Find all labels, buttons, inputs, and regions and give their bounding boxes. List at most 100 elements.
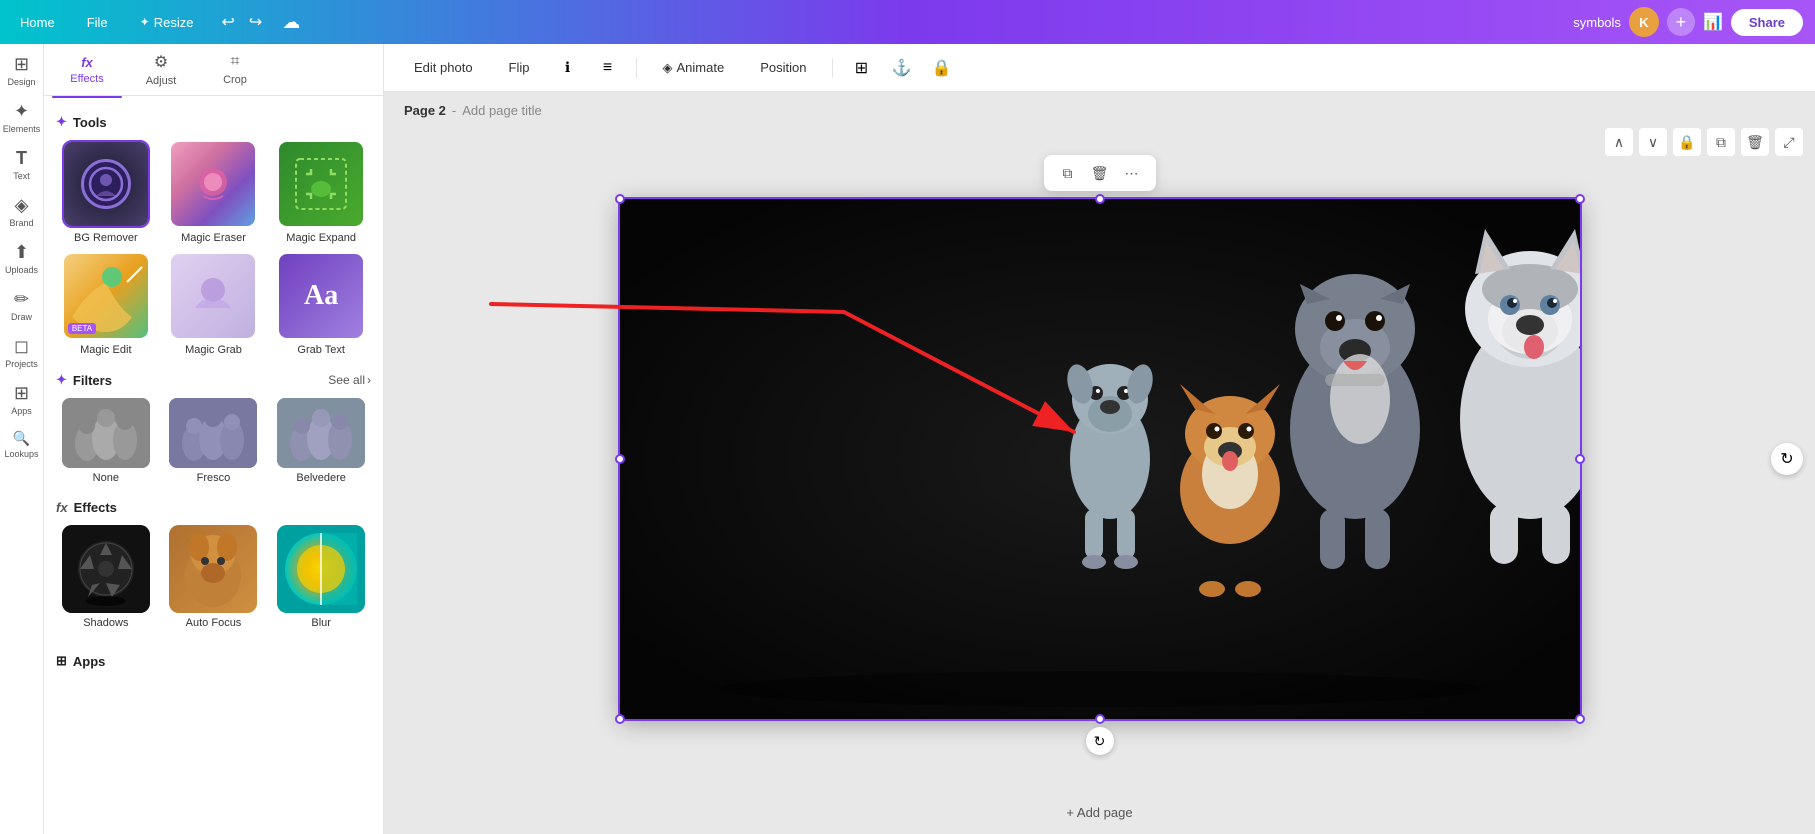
effects-title: fx Effects	[56, 500, 117, 515]
lock-btn[interactable]: 🔒	[925, 52, 957, 84]
handle-bot-left[interactable]	[615, 714, 625, 724]
design-icon: ⊞	[14, 54, 29, 75]
copy-element-button[interactable]: ⧉	[1054, 159, 1082, 187]
tab-effects[interactable]: fx Effects	[52, 49, 122, 91]
effect-autofocus[interactable]: Auto Focus	[164, 525, 264, 629]
resize-nav[interactable]: ✦ Resize	[132, 11, 202, 34]
sidebar-item-projects[interactable]: ◻ Projects	[2, 330, 42, 375]
sidebar-item-text[interactable]: T Text	[2, 142, 42, 187]
info-button[interactable]: ℹ	[552, 52, 584, 84]
text-icon: T	[16, 148, 27, 169]
tool-grab-text[interactable]: Aa Grab Text	[271, 252, 371, 356]
sidebar-item-uploads[interactable]: ⬆ Uploads	[2, 236, 42, 281]
sidebar-item-apps[interactable]: ⊞ Apps	[2, 377, 42, 422]
toolbar-divider-1	[636, 58, 637, 78]
share-button[interactable]: Share	[1731, 9, 1803, 36]
top-right-actions: symbols K + 📊 Share	[1573, 7, 1803, 37]
beta-badge: BETA	[68, 323, 96, 334]
filter-fresco[interactable]: Fresco	[164, 398, 264, 484]
add-collaborator-button[interactable]: +	[1667, 8, 1695, 36]
tab-adjust[interactable]: ⚙ Adjust	[126, 46, 196, 93]
tool-magic-expand[interactable]: Magic Expand	[271, 140, 371, 244]
tab-crop[interactable]: ⌗ Crop	[200, 47, 270, 92]
redo-button[interactable]: ↪	[245, 8, 266, 36]
effects-section-header: fx Effects	[56, 500, 371, 515]
apps-section[interactable]: ⊞ Apps	[56, 645, 371, 673]
tools-sparkle-icon: ✦	[56, 114, 67, 130]
handle-top-left[interactable]	[615, 194, 625, 204]
apps-icon: ⊞	[14, 383, 29, 404]
sidebar-item-design[interactable]: ⊞ Design	[2, 48, 42, 93]
tool-magic-grab[interactable]: Magic Grab	[164, 252, 264, 356]
symbols-text: symbols	[1573, 15, 1621, 30]
sidebar-item-lookups[interactable]: 🔍 Lookups	[2, 424, 42, 465]
more-options-button[interactable]: ⋯	[1118, 159, 1146, 187]
animate-button[interactable]: ◈ Animate	[649, 54, 739, 82]
home-nav[interactable]: Home	[12, 11, 63, 34]
sidebar-item-draw[interactable]: ✏ Draw	[2, 283, 42, 328]
tool-magic-edit-thumb: BETA	[62, 252, 150, 340]
sidebar-item-elements[interactable]: ✦ Elements	[2, 95, 42, 140]
rotate-handle[interactable]: ↻	[1086, 727, 1114, 755]
handle-bot-right[interactable]	[1575, 714, 1585, 724]
grid-icon-btn[interactable]: ⊞	[845, 52, 877, 84]
animate-icon: ◈	[663, 60, 673, 76]
topbar: Home File ✦ Resize ↩ ↪ ☁ symbols K + 📊 S…	[0, 0, 1815, 44]
tool-magic-eraser[interactable]: Magic Eraser	[164, 140, 264, 244]
file-nav[interactable]: File	[79, 11, 116, 34]
tool-bg-remover[interactable]: BG Remover	[56, 140, 156, 244]
canvas-area: Edit photo Flip ℹ ≡ ◈ Animate Position ⊞…	[384, 44, 1815, 834]
lines-button[interactable]: ≡	[592, 52, 624, 84]
undo-button[interactable]: ↩	[217, 8, 238, 36]
see-all-filters[interactable]: See all ›	[328, 373, 371, 387]
elements-icon: ✦	[14, 101, 29, 122]
flip-button[interactable]: Flip	[495, 54, 544, 81]
filter-none[interactable]: None	[56, 398, 156, 484]
position-button[interactable]: Position	[746, 54, 820, 81]
tool-magic-edit[interactable]: BETA Magic Edit	[56, 252, 156, 356]
cloud-save-button[interactable]: ☁	[282, 12, 300, 33]
filters-section-header: ✦ Filters See all ›	[56, 372, 371, 388]
filters-grid: None Fresc	[56, 398, 371, 484]
resize-icon: ✦	[140, 15, 150, 29]
edit-photo-button[interactable]: Edit photo	[400, 54, 487, 81]
handle-bot-mid[interactable]	[1095, 714, 1105, 724]
tool-magic-eraser-thumb	[169, 140, 257, 228]
delete-element-button[interactable]: 🗑	[1086, 159, 1114, 187]
filter-belvedere[interactable]: Belvedere	[271, 398, 371, 484]
anchor-btn[interactable]: ⚓	[885, 52, 917, 84]
uploads-icon: ⬆	[14, 242, 29, 263]
crop-tab-icon: ⌗	[230, 53, 239, 71]
canvas[interactable]: ⧉ 🗑 ⋯ ↻	[620, 199, 1580, 719]
effects-grid: Shadows	[56, 525, 371, 629]
handle-top-mid[interactable]	[1095, 194, 1105, 204]
secondary-toolbar: Edit photo Flip ℹ ≡ ◈ Animate Position ⊞…	[384, 44, 1815, 92]
effect-shadows[interactable]: Shadows	[56, 525, 156, 629]
sidebar-item-brand[interactable]: ◈ Brand	[2, 189, 42, 234]
tool-magic-grab-thumb	[169, 252, 257, 340]
canvas-wrapper[interactable]: ⧉ 🗑 ⋯ ↻ ↻	[384, 128, 1815, 790]
icon-sidebar: ⊞ Design ✦ Elements T Text ◈ Brand ⬆ Upl…	[0, 44, 44, 834]
tools-title: ✦ Tools	[56, 114, 107, 130]
projects-icon: ◻	[14, 336, 29, 357]
filters-sparkle-icon: ✦	[56, 372, 67, 388]
filters-title: ✦ Filters	[56, 372, 112, 388]
page-title-bar: Page 2 - Add page title	[384, 92, 1815, 128]
handle-mid-left[interactable]	[615, 454, 625, 464]
page-title-input[interactable]: Add page title	[462, 103, 542, 118]
panel-content: ✦ Tools BG Remover	[44, 96, 383, 834]
tool-bg-remover-thumb	[62, 140, 150, 228]
tool-grab-text-thumb: Aa	[277, 252, 365, 340]
right-refresh-btn[interactable]: ↻	[1771, 443, 1803, 475]
tools-grid: BG Remover Magic Eraser	[56, 140, 371, 356]
handle-top-right[interactable]	[1575, 194, 1585, 204]
adjust-tab-icon: ⚙	[154, 52, 168, 72]
handle-mid-right[interactable]	[1575, 454, 1585, 464]
selection-toolbar: ⧉ 🗑 ⋯	[1044, 155, 1156, 191]
main-layout: ⊞ Design ✦ Elements T Text ◈ Brand ⬆ Upl…	[0, 44, 1815, 834]
add-page-button[interactable]: + Add page	[1066, 805, 1132, 820]
user-avatar[interactable]: K	[1629, 7, 1659, 37]
lookups-icon: 🔍	[13, 430, 30, 447]
tool-magic-expand-thumb	[277, 140, 365, 228]
effect-blur[interactable]: Blur	[271, 525, 371, 629]
